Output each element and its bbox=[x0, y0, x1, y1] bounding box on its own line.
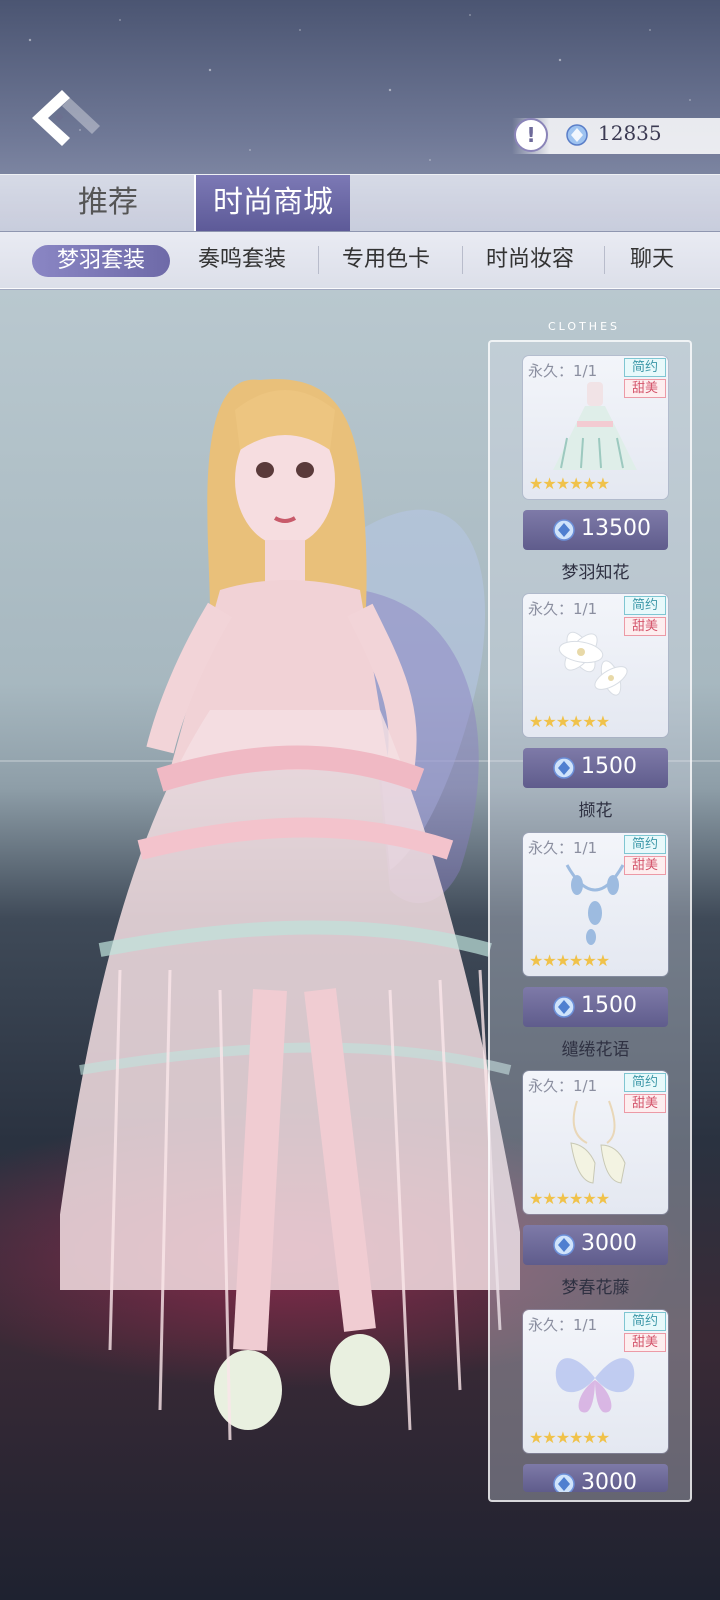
buy-button[interactable]: 3000 bbox=[523, 1225, 668, 1265]
subtab-chat[interactable]: 聊天 bbox=[630, 232, 674, 288]
divider bbox=[318, 246, 319, 274]
wings-icon bbox=[555, 1358, 635, 1413]
buy-button[interactable]: 3000 bbox=[523, 1464, 668, 1492]
diamond-icon bbox=[566, 124, 588, 146]
star-rating: ★★★★★★ bbox=[529, 1428, 610, 1447]
diamond-icon bbox=[553, 1234, 575, 1256]
price-value: 3000 bbox=[581, 1231, 637, 1256]
item-name: 撷花 bbox=[578, 801, 613, 821]
diamond-icon bbox=[553, 757, 575, 779]
star-rating: ★★★★★★ bbox=[529, 951, 610, 970]
star-rating: ★★★★★★ bbox=[529, 474, 610, 493]
item-card[interactable]: 永久：1/1 简约 甜美 ★★★★★★ bbox=[523, 356, 668, 499]
tab-recommend[interactable]: 推荐 bbox=[78, 175, 138, 231]
sub-tab-bar: 梦羽套装 奏鸣套装 专用色卡 时尚妆容 聊天 bbox=[0, 232, 720, 289]
price-value: 1500 bbox=[581, 993, 637, 1018]
style-tag-simple: 简约 bbox=[624, 1312, 666, 1331]
dress-icon bbox=[553, 382, 637, 470]
item-name: 梦羽知花 bbox=[561, 563, 630, 583]
currency-amount: 12835 bbox=[598, 121, 662, 145]
style-tag-simple: 简约 bbox=[624, 835, 666, 854]
main-tab-bar: 推荐 时尚商城 bbox=[0, 174, 720, 231]
character-model bbox=[60, 379, 520, 1441]
item-card[interactable]: 永久：1/1 简约 甜美 ★★★★★★ bbox=[523, 1071, 668, 1214]
subtab-makeup[interactable]: 时尚妆容 bbox=[486, 232, 574, 288]
necklace-icon bbox=[565, 864, 625, 945]
price-value: 3000 bbox=[581, 1470, 637, 1492]
star-rating: ★★★★★★ bbox=[529, 1189, 610, 1208]
back-button[interactable] bbox=[22, 86, 102, 150]
back-arrow-icon bbox=[32, 90, 100, 146]
shoes-icon bbox=[570, 1100, 626, 1184]
list-title: CLOTHES bbox=[548, 320, 620, 333]
style-tag-simple: 简约 bbox=[624, 1073, 666, 1092]
buy-button[interactable]: 1500 bbox=[523, 748, 668, 788]
price-value: 1500 bbox=[581, 754, 637, 779]
subtab-color-card[interactable]: 专用色卡 bbox=[342, 232, 430, 288]
divider bbox=[604, 246, 605, 274]
buy-button[interactable]: 13500 bbox=[523, 510, 668, 550]
diamond-icon bbox=[553, 996, 575, 1018]
info-icon[interactable]: ! bbox=[514, 118, 548, 152]
item-card[interactable]: 永久：1/1 简约 甜美 ★★★★★★ bbox=[523, 594, 668, 737]
buy-button[interactable]: 1500 bbox=[523, 987, 668, 1027]
item-card[interactable]: 永久：1/1 简约 甜美 ★★★★★★ bbox=[523, 1310, 668, 1453]
diamond-icon bbox=[553, 519, 575, 541]
subtab-sonata-set[interactable]: 奏鸣套装 bbox=[198, 232, 286, 288]
subtab-dream-feather-set[interactable]: 梦羽套装 bbox=[32, 245, 170, 277]
style-tag-simple: 简约 bbox=[624, 596, 666, 615]
star-rating: ★★★★★★ bbox=[529, 712, 610, 731]
item-name: 梦春花藤 bbox=[561, 1278, 630, 1298]
flower-icon bbox=[558, 631, 628, 696]
tab-fashion-shop[interactable]: 时尚商城 bbox=[194, 175, 350, 231]
item-card[interactable]: 永久：1/1 简约 甜美 ★★★★★★ bbox=[523, 833, 668, 976]
price-value: 13500 bbox=[581, 516, 651, 541]
divider bbox=[462, 246, 463, 274]
diamond-icon bbox=[553, 1473, 575, 1492]
style-tag-simple: 简约 bbox=[624, 358, 666, 377]
item-name: 缱绻花语 bbox=[561, 1040, 630, 1060]
